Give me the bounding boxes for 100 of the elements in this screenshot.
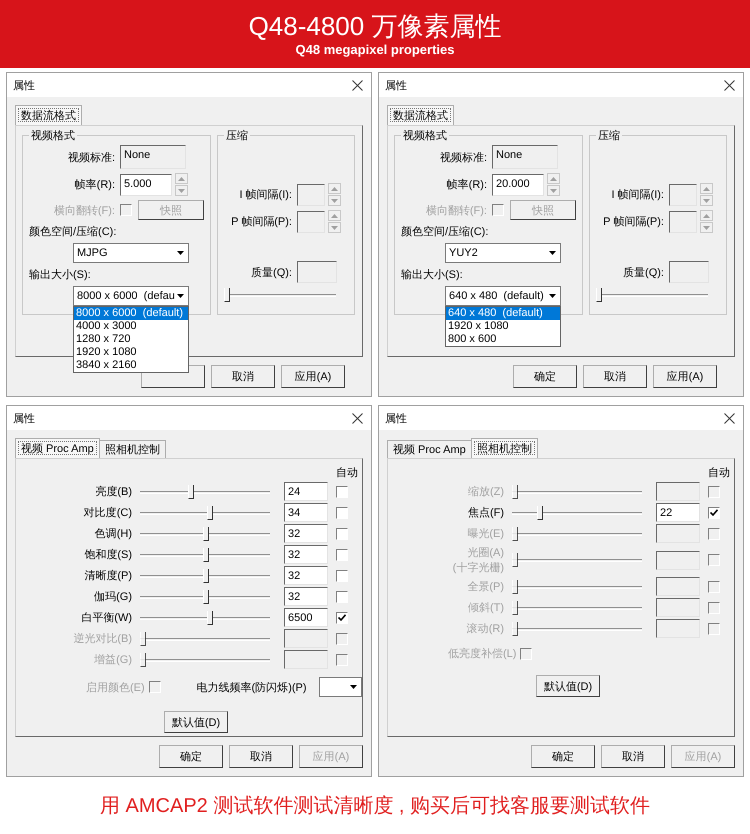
slider[interactable] bbox=[512, 552, 642, 568]
value-field[interactable] bbox=[656, 524, 700, 543]
spin-up-button[interactable] bbox=[328, 183, 341, 194]
column-header: 自动 bbox=[336, 466, 358, 480]
checkbox[interactable] bbox=[336, 528, 348, 540]
default-button[interactable]: 默认值(D) bbox=[536, 675, 600, 697]
tab[interactable]: 照相机控制 bbox=[470, 438, 538, 458]
value-field[interactable] bbox=[284, 650, 328, 669]
value-field[interactable]: 32 bbox=[284, 587, 328, 606]
spin-field[interactable] bbox=[669, 210, 697, 232]
dialog-button[interactable]: 取消 bbox=[583, 365, 647, 388]
spin-up-button[interactable] bbox=[547, 173, 560, 184]
dropdown[interactable]: 8000 x 6000 (defau bbox=[73, 286, 189, 306]
spin-down-button[interactable] bbox=[547, 185, 560, 196]
value-field[interactable]: 32 bbox=[284, 545, 328, 564]
spin-down-button[interactable] bbox=[328, 195, 341, 206]
slider-thumb[interactable] bbox=[596, 288, 602, 302]
value-field[interactable]: 6500 bbox=[284, 608, 328, 627]
spin-down-button[interactable] bbox=[700, 222, 713, 233]
slider-thumb[interactable] bbox=[203, 526, 210, 540]
value-field[interactable]: 22 bbox=[656, 503, 700, 522]
slider[interactable] bbox=[140, 568, 270, 584]
slider[interactable] bbox=[512, 526, 642, 542]
spin-field[interactable] bbox=[297, 210, 325, 232]
default-button[interactable]: 默认值(D) bbox=[164, 711, 228, 733]
tab[interactable]: 视频 Proc Amp bbox=[387, 440, 472, 458]
checkbox[interactable] bbox=[336, 612, 348, 624]
checkbox[interactable] bbox=[336, 570, 348, 582]
dropdown[interactable]: MJPG bbox=[73, 243, 189, 263]
slider-thumb[interactable] bbox=[203, 548, 210, 562]
slider-thumb[interactable] bbox=[203, 568, 210, 582]
slider[interactable] bbox=[140, 526, 270, 542]
tab[interactable]: 视频 Proc Amp bbox=[15, 438, 100, 458]
spin-up-button[interactable] bbox=[328, 210, 341, 221]
dropdown[interactable] bbox=[318, 677, 362, 697]
dropdown[interactable]: YUY2 bbox=[445, 243, 561, 263]
close-icon[interactable] bbox=[724, 412, 735, 424]
slider[interactable] bbox=[140, 588, 270, 604]
list-option[interactable]: 8000 x 6000 (default) bbox=[74, 307, 188, 320]
checkbox[interactable] bbox=[336, 548, 348, 560]
slider-thumb[interactable] bbox=[206, 610, 213, 624]
spin-down-button[interactable] bbox=[700, 195, 713, 206]
list-option[interactable]: 640 x 480 (default) bbox=[446, 307, 560, 320]
value-field[interactable]: 32 bbox=[284, 524, 328, 543]
spin-field[interactable]: 20.000 bbox=[492, 174, 544, 196]
close-icon[interactable] bbox=[352, 412, 363, 424]
slider-label: 亮度(B) bbox=[95, 484, 132, 499]
checkbox[interactable] bbox=[336, 590, 348, 602]
slider[interactable] bbox=[140, 630, 270, 646]
value-field[interactable] bbox=[656, 577, 700, 596]
slider[interactable] bbox=[224, 287, 336, 303]
slider-thumb[interactable] bbox=[536, 506, 543, 520]
spin-up-button[interactable] bbox=[700, 210, 713, 221]
slider[interactable] bbox=[596, 287, 708, 303]
tab[interactable]: 数据流格式 bbox=[15, 105, 82, 125]
dialog-button[interactable]: 确定 bbox=[531, 745, 595, 768]
tab[interactable]: 照相机控制 bbox=[98, 440, 166, 458]
slider-thumb[interactable] bbox=[188, 484, 194, 498]
spin-down-button[interactable] bbox=[328, 222, 341, 233]
value-field[interactable] bbox=[656, 619, 700, 638]
slider[interactable] bbox=[512, 620, 642, 636]
value-field[interactable]: 34 bbox=[284, 503, 328, 522]
dialog-button[interactable]: 应用(A) bbox=[281, 365, 345, 388]
spin-field[interactable] bbox=[297, 184, 325, 206]
slider[interactable] bbox=[140, 610, 270, 626]
spin-up-button[interactable] bbox=[700, 183, 713, 194]
spin-up-button[interactable] bbox=[175, 173, 188, 184]
dropdown[interactable]: 640 x 480 (default) bbox=[445, 286, 561, 306]
dialog-button[interactable]: 取消 bbox=[211, 365, 275, 388]
slider[interactable] bbox=[512, 504, 642, 520]
slider[interactable] bbox=[140, 652, 270, 668]
checkbox[interactable] bbox=[708, 506, 720, 518]
slider-thumb[interactable] bbox=[206, 506, 213, 520]
spin-field[interactable]: 5.000 bbox=[120, 174, 172, 196]
value-field[interactable] bbox=[656, 482, 700, 501]
slider[interactable] bbox=[512, 484, 642, 500]
slider[interactable] bbox=[140, 546, 270, 562]
value-field[interactable]: 24 bbox=[284, 482, 328, 501]
slider[interactable] bbox=[512, 600, 642, 616]
spin-down-button[interactable] bbox=[175, 185, 188, 196]
checkbox[interactable] bbox=[336, 486, 348, 498]
dialog-button[interactable]: 确定 bbox=[159, 745, 223, 768]
slider[interactable] bbox=[140, 484, 270, 500]
slider-thumb[interactable] bbox=[224, 288, 230, 302]
value-field[interactable] bbox=[656, 550, 700, 570]
dialog-button[interactable]: 应用(A) bbox=[653, 365, 717, 388]
slider-thumb[interactable] bbox=[203, 590, 210, 604]
tab[interactable]: 数据流格式 bbox=[387, 105, 454, 125]
dialog-button[interactable]: 确定 bbox=[513, 365, 577, 388]
close-icon[interactable] bbox=[352, 80, 363, 90]
slider[interactable] bbox=[140, 504, 270, 520]
value-field[interactable]: 32 bbox=[284, 566, 328, 585]
checkbox[interactable] bbox=[336, 506, 348, 518]
dialog-button[interactable]: 取消 bbox=[229, 745, 293, 768]
spin-field[interactable] bbox=[669, 184, 697, 206]
value-field[interactable] bbox=[656, 598, 700, 617]
dialog-button[interactable]: 取消 bbox=[601, 745, 665, 768]
value-field[interactable] bbox=[284, 629, 328, 648]
slider[interactable] bbox=[512, 578, 642, 594]
close-icon[interactable] bbox=[724, 80, 735, 90]
